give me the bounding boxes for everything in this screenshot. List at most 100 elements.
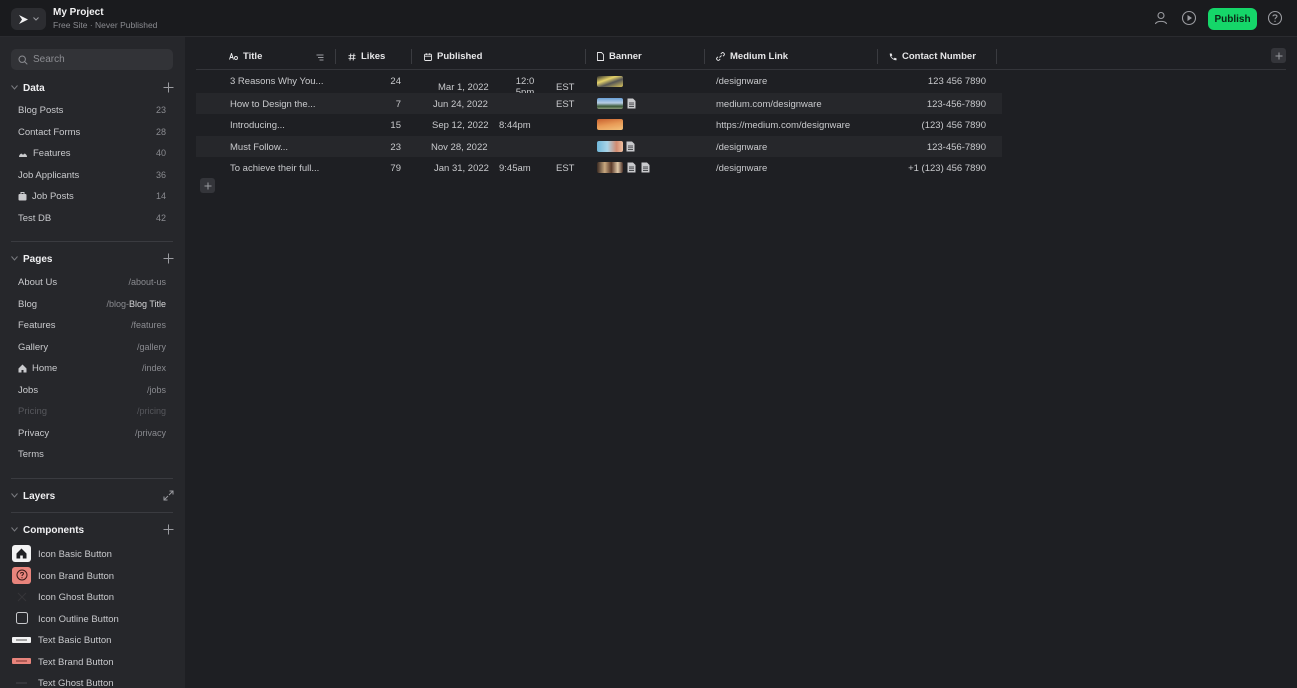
- page-item-jobs[interactable]: Jobs /jobs: [0, 381, 185, 401]
- column-header-banner[interactable]: Banner: [597, 51, 642, 62]
- chevron-down-icon[interactable]: [11, 493, 18, 498]
- page-item-home[interactable]: Home /index: [0, 359, 185, 379]
- table-row[interactable]: Introducing... 15 Sep 12, 2022 8:44pm ht…: [196, 114, 1002, 136]
- expand-icon[interactable]: [163, 490, 174, 501]
- file-icon[interactable]: [627, 162, 636, 173]
- cell-title[interactable]: Introducing...: [230, 120, 285, 131]
- chevron-down-icon[interactable]: [11, 85, 18, 90]
- cell-contact-number[interactable]: +1 (123) 456 7890: [856, 163, 986, 174]
- cell-medium-link[interactable]: medium.com/designware: [716, 99, 822, 110]
- banner-thumbnail[interactable]: [597, 140, 623, 152]
- data-item-test-db[interactable]: Test DB 42: [0, 209, 185, 229]
- cell-contact-number[interactable]: (123) 456 7890: [856, 120, 986, 131]
- component-icon-outline-button[interactable]: Icon Outline Button: [0, 609, 185, 629]
- chevron-down-icon[interactable]: [11, 256, 18, 261]
- component-icon-basic-button[interactable]: Icon Basic Button: [0, 544, 185, 564]
- cell-contact-number[interactable]: 123-456-7890: [856, 142, 986, 153]
- cell-published-time[interactable]: 8:44pm: [499, 120, 531, 131]
- data-section-header[interactable]: Data: [0, 81, 185, 97]
- component-icon-ghost-button[interactable]: Icon Ghost Button: [0, 587, 185, 607]
- cell-published-date[interactable]: Nov 28, 2022: [431, 142, 488, 153]
- column-header-contact-number[interactable]: Contact Number: [889, 51, 976, 62]
- page-item-gallery[interactable]: Gallery /gallery: [0, 338, 185, 358]
- cell-title[interactable]: Must Follow...: [230, 142, 288, 153]
- components-section-header[interactable]: Components: [0, 523, 185, 539]
- layers-section-header[interactable]: Layers: [0, 489, 185, 505]
- page-item-blog[interactable]: Blog /blog-Blog Title: [0, 295, 185, 315]
- cell-published-date[interactable]: Mar 1, 2022: [438, 82, 489, 93]
- column-divider[interactable]: [411, 49, 412, 64]
- cell-title[interactable]: 3 Reasons Why You...: [230, 76, 323, 87]
- cell-medium-link[interactable]: https://medium.com/designware: [716, 120, 850, 131]
- banner-thumbnail[interactable]: [597, 119, 623, 130]
- page-item-pricing[interactable]: Pricing /pricing: [0, 402, 185, 422]
- cell-title[interactable]: To achieve their full...: [230, 163, 319, 174]
- banner-thumbnail[interactable]: [597, 76, 623, 87]
- column-header-title[interactable]: Title: [229, 51, 262, 62]
- page-item-features[interactable]: Features /features: [0, 316, 185, 336]
- column-divider[interactable]: [335, 49, 336, 64]
- play-icon[interactable]: [1181, 10, 1197, 26]
- cell-published-date[interactable]: Jan 31, 2022: [434, 163, 489, 174]
- component-text-ghost-button[interactable]: Text Ghost Button: [0, 673, 185, 688]
- table-row[interactable]: How to Design the... 7 Jun 24, 2022 EST …: [196, 92, 1002, 114]
- data-item-features[interactable]: Features 40: [0, 144, 185, 164]
- column-header-likes[interactable]: Likes: [348, 51, 385, 62]
- cell-published-tz[interactable]: EST: [556, 163, 574, 174]
- cell-contact-number[interactable]: 123-456-7890: [856, 99, 986, 110]
- project-menu-button[interactable]: [11, 8, 46, 30]
- cell-title[interactable]: How to Design the...: [230, 99, 316, 110]
- cell-likes[interactable]: 23: [361, 142, 401, 153]
- column-divider[interactable]: [585, 49, 586, 64]
- cell-likes[interactable]: 7: [361, 99, 401, 110]
- component-icon-brand-button[interactable]: Icon Brand Button: [0, 566, 185, 586]
- user-icon[interactable]: [1153, 10, 1169, 26]
- cell-contact-number[interactable]: 123 456 7890: [856, 76, 986, 87]
- table-row[interactable]: 3 Reasons Why You... 24 Mar 1, 2022 12:0…: [196, 71, 1002, 98]
- component-text-basic-button[interactable]: Text Basic Button: [0, 630, 185, 650]
- chevron-down-icon[interactable]: [11, 527, 18, 532]
- cell-likes[interactable]: 79: [361, 163, 401, 174]
- cell-published-tz[interactable]: EST: [556, 99, 574, 110]
- file-icon[interactable]: [627, 98, 636, 109]
- column-header-medium-link[interactable]: Medium Link: [716, 51, 788, 62]
- add-row-button[interactable]: [200, 178, 215, 193]
- file-icon[interactable]: [626, 141, 635, 152]
- search-input[interactable]: [33, 54, 163, 65]
- data-item-job-applicants[interactable]: Job Applicants 36: [0, 166, 185, 186]
- cell-published-date[interactable]: Jun 24, 2022: [433, 99, 488, 110]
- cell-published-time[interactable]: 9:45am: [499, 163, 531, 174]
- file-icon[interactable]: [641, 162, 650, 173]
- cell-likes[interactable]: 24: [361, 76, 401, 87]
- table-row[interactable]: Must Follow... 23 Nov 28, 2022 /designwa…: [196, 135, 1002, 157]
- help-icon[interactable]: [1267, 10, 1283, 26]
- page-item-about-us[interactable]: About Us /about-us: [0, 273, 185, 293]
- cell-medium-link[interactable]: /designware: [716, 163, 767, 174]
- page-item-privacy[interactable]: Privacy /privacy: [0, 424, 185, 444]
- column-divider[interactable]: [704, 49, 705, 64]
- column-header-published[interactable]: Published: [424, 51, 482, 62]
- cell-published-tz[interactable]: EST: [556, 82, 574, 93]
- publish-button[interactable]: Publish: [1208, 8, 1257, 30]
- column-divider[interactable]: [877, 49, 878, 64]
- sort-icon[interactable]: [316, 54, 324, 61]
- add-icon[interactable]: [163, 524, 174, 535]
- component-text-brand-button[interactable]: Text Brand Button: [0, 652, 185, 672]
- cell-published-date[interactable]: Sep 12, 2022: [432, 120, 489, 131]
- cell-medium-link[interactable]: /designware: [716, 142, 767, 153]
- data-item-contact-forms[interactable]: Contact Forms 28: [0, 123, 185, 143]
- column-divider[interactable]: [996, 49, 997, 64]
- cell-medium-link[interactable]: /designware: [716, 76, 767, 87]
- data-item-job-posts[interactable]: Job Posts 14: [0, 187, 185, 207]
- page-item-terms[interactable]: Terms: [0, 445, 185, 465]
- banner-thumbnail[interactable]: [597, 162, 623, 173]
- pages-section-header[interactable]: Pages: [0, 252, 185, 268]
- add-column-button[interactable]: [1271, 48, 1286, 63]
- banner-thumbnail[interactable]: [597, 97, 623, 109]
- cell-likes[interactable]: 15: [361, 120, 401, 131]
- table-row[interactable]: To achieve their full... 79 Jan 31, 2022…: [196, 157, 1002, 179]
- data-item-blog-posts[interactable]: Blog Posts 23: [0, 101, 185, 121]
- add-icon[interactable]: [163, 82, 174, 93]
- add-icon[interactable]: [163, 253, 174, 264]
- search-box[interactable]: [11, 49, 173, 70]
